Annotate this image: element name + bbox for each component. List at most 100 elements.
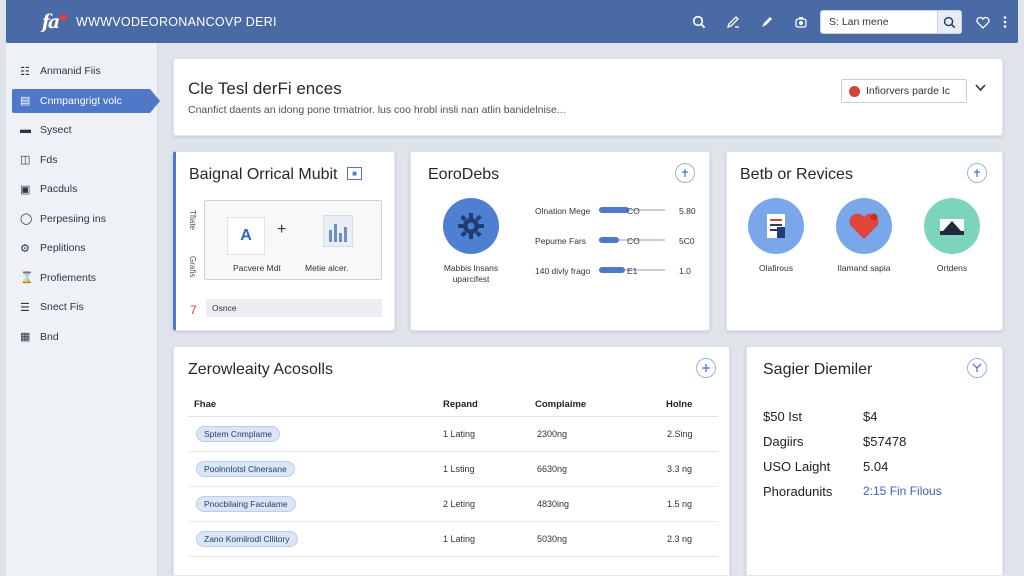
preferences-button-label: Infiorvers parde Ic <box>866 85 951 97</box>
sidebar-item-snect-fis[interactable]: ☰ Snect Fis <box>12 295 150 319</box>
page-title: Cle Tesl derFi ences <box>188 79 342 98</box>
metric-result: 5C0 <box>679 236 695 246</box>
table-row[interactable]: Zano Komilrodl Cllitory 1 Lating 5030ng … <box>188 522 718 557</box>
sidebar-item-label: Cnmpangrigt volc <box>40 94 122 107</box>
info-icon[interactable] <box>967 163 987 183</box>
table-row[interactable]: Poolnnlotsl Clnersane 1 Lsting 6630ng 3.… <box>188 452 718 487</box>
metric-slider[interactable] <box>599 267 625 273</box>
window-icon[interactable]: ■ <box>347 167 362 180</box>
top-right-icons <box>972 10 1016 34</box>
table-cell: 6630ng <box>537 464 568 474</box>
sidebar-item-label: Pacduls <box>40 183 78 195</box>
pen-icon[interactable] <box>750 10 784 34</box>
table-cell: 1 Lating <box>443 429 476 439</box>
table-cell: 2.3 ng <box>667 534 693 544</box>
table-cell: 2300ng <box>537 429 568 439</box>
chevron-down-icon[interactable] <box>975 81 986 95</box>
sidebar-item-profiements[interactable]: ⌛ Profiements <box>12 266 150 290</box>
sidebar-item-bnd[interactable]: ▦ Bnd <box>12 325 150 349</box>
row-name-chip[interactable]: Zano Komilrodl Cllitory <box>196 531 298 547</box>
page-header-card: Cle Tesl derFi ences Cnanfict daents an … <box>173 58 1003 136</box>
panel-label-left: Pacvere Mdt <box>233 263 281 273</box>
service-tray[interactable] <box>924 198 980 254</box>
row-name-chip[interactable]: Poolnnlotsl Clnersane <box>196 461 295 477</box>
metric-value: E1 <box>627 266 638 276</box>
camera-icon[interactable] <box>784 10 818 34</box>
summary-link[interactable]: 2:15 Fin Filous <box>863 484 942 498</box>
sidebar-item-fds[interactable]: ◫ Fds <box>12 148 150 172</box>
plus-icon[interactable]: + <box>277 221 286 239</box>
gear-icon[interactable] <box>443 198 499 254</box>
column-header[interactable]: Repand <box>443 399 478 410</box>
metric-slider[interactable] <box>599 237 619 243</box>
edit-icon[interactable] <box>716 10 750 34</box>
table-row[interactable]: Pnocbilaing Faculame 2 Leting 4830ing 1.… <box>188 487 718 522</box>
summary-row: Dagiirs $57478 <box>763 434 983 452</box>
mic-icon: ⚙ <box>20 242 30 255</box>
table-cell: 1 Lating <box>443 534 476 544</box>
sidebar-item-cnmpangrigt-volc[interactable]: ▤ Cnmpangrigt volc <box>12 88 160 113</box>
metric-label: Olnation Mege <box>535 206 591 216</box>
info-icon[interactable] <box>675 163 695 183</box>
file-icon: ▦ <box>20 331 31 343</box>
service-heart[interactable] <box>836 198 892 254</box>
search-icon[interactable] <box>682 10 716 34</box>
search-button-icon <box>943 16 956 28</box>
hourglass-icon: ⌛ <box>20 272 34 284</box>
sidebar-item-anmanid-fiis[interactable]: ☷ Anmanid Fiis <box>12 59 150 83</box>
sidebar-item-label: Perpesiing ins <box>40 212 106 225</box>
summary-row: $50 Ist $4 <box>763 409 983 427</box>
sidebar-item-label: Snect Fis <box>40 301 84 313</box>
bar-chart-icon[interactable] <box>323 215 353 247</box>
column-header[interactable]: Complaime <box>535 399 586 410</box>
heart-icon[interactable] <box>972 10 994 34</box>
table-row[interactable]: Sptem Cnmplame 1 Lating 2300ng 2.Sing <box>188 417 718 452</box>
sidebar-item-label: Sysect <box>40 124 72 136</box>
search-button[interactable] <box>937 11 961 33</box>
service-label: Olafirous <box>758 263 793 273</box>
list-item[interactable]: Osnce <box>206 299 382 317</box>
search-box <box>820 10 962 34</box>
sidebar-item-label: Fds <box>40 153 58 166</box>
app-logo[interactable]: fa <box>36 11 67 33</box>
service-document[interactable] <box>748 198 804 254</box>
summary-value: 5.04 <box>863 459 889 474</box>
sidebar-item-peplitions[interactable]: ⚙ Peplitions <box>12 236 150 260</box>
app-a-icon[interactable]: A <box>227 217 265 255</box>
sidebar-item-pacduls[interactable]: ▣ Pacduls <box>12 177 150 201</box>
services-card-title: Betb or Revices <box>740 166 853 183</box>
sidebar-item-label: Profiements <box>40 271 97 284</box>
circle-icon: ◯ <box>20 213 33 225</box>
integration-card: Baignal Orrical Mubit ■ Tfiate Grafis A … <box>173 151 395 331</box>
integration-card-title: Baignal Orrical Mubit <box>189 166 338 183</box>
metric-result: 1.0 <box>679 266 691 276</box>
sidebar: ☷ Anmanid Fiis ▤ Cnmpangrigt volc ▬ Syse… <box>6 43 160 576</box>
more-icon[interactable] <box>994 10 1016 34</box>
table-cell: 2.Sing <box>667 429 693 439</box>
row-name-chip[interactable]: Sptem Cnmplame <box>196 426 281 442</box>
search-input[interactable] <box>821 12 937 32</box>
summary-card-title: Sagier Diemiler <box>763 361 873 378</box>
column-header[interactable]: Fhae <box>194 399 216 410</box>
metric-row: Olnation Mege CO 5.80 <box>535 204 701 218</box>
summary-value: $4 <box>863 409 878 424</box>
sidebar-item-sysect[interactable]: ▬ Sysect <box>12 118 150 142</box>
metric-value: CO <box>627 236 640 246</box>
table-cell: 3.3 ng <box>667 464 693 474</box>
column-header[interactable]: Holne <box>666 399 692 410</box>
sidebar-item-label: Anmanid Fiis <box>40 65 101 77</box>
summary-key: $50 Ist <box>763 409 803 424</box>
table-cell: 2 Leting <box>443 499 476 509</box>
table-cell: 1 Lsting <box>443 464 475 474</box>
preferences-button[interactable]: Infiorvers parde Ic <box>841 79 967 103</box>
add-icon[interactable] <box>696 358 716 378</box>
metric-slider[interactable] <box>599 207 629 213</box>
filter-icon[interactable] <box>967 358 987 378</box>
row-name-chip[interactable]: Pnocbilaing Faculame <box>196 496 296 512</box>
sidebar-item-perpesiing-ins[interactable]: ◯ Perpesiing ins <box>12 207 150 231</box>
list-item-label: Osnce <box>212 303 237 313</box>
tag-icon: ◫ <box>20 154 31 166</box>
panel-label-right: Metie alcer. <box>305 263 349 273</box>
metric-label: 140 divly frago <box>535 266 591 276</box>
box-icon: ▣ <box>20 183 31 196</box>
